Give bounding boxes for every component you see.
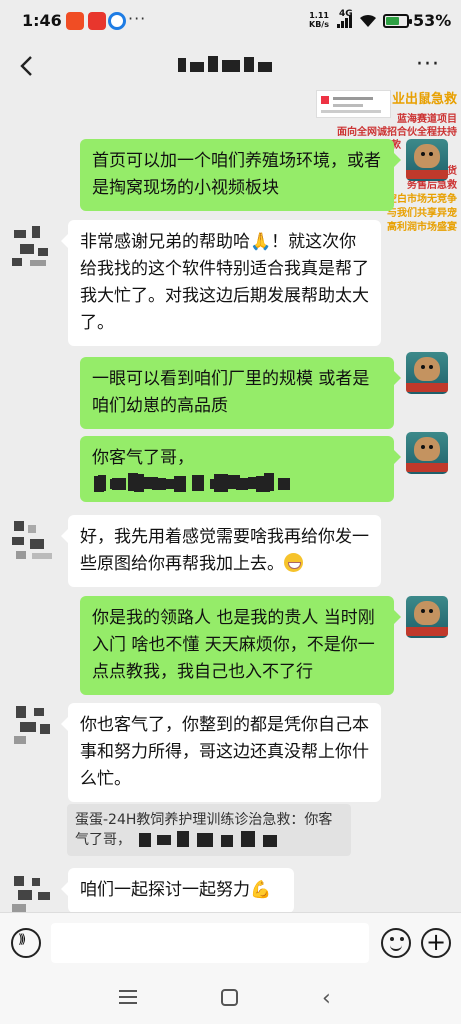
wifi-icon <box>360 14 376 27</box>
emoji-icon[interactable] <box>381 928 411 958</box>
message-bubble-sent[interactable]: 首页可以加一个咱们养殖场环境，或者是掏窝现场的小视频板块 <box>80 139 401 211</box>
promo-line: 面向全网诚招合伙全程扶持 <box>337 127 457 138</box>
more-dots-icon[interactable]: ··· <box>416 52 440 77</box>
message-input[interactable] <box>51 923 369 963</box>
message-text: 你客气了哥， <box>92 448 194 468</box>
redacted-text <box>92 474 302 498</box>
chat-header: ··· <box>0 42 461 90</box>
status-time: 1:46 <box>22 11 62 30</box>
pray-emoji-icon: 🙏 <box>250 232 272 252</box>
message-text: 咱们一起探讨一起努力 <box>80 880 250 900</box>
message-bubble-sent[interactable]: 一眼可以看到咱们厂里的规模 或者是咱们幼崽的高品质 <box>80 357 401 429</box>
menu-icon[interactable] <box>119 990 137 1004</box>
app-notification-icon <box>88 12 106 30</box>
contact-avatar[interactable] <box>12 704 54 746</box>
contact-avatar[interactable] <box>12 226 54 268</box>
quoted-message[interactable]: 蛋蛋-24H教饲养护理训练诊治急救：你客气了哥， <box>67 804 351 856</box>
chevron-left-icon[interactable] <box>14 52 42 80</box>
message-text: 一眼可以看到咱们厂里的规模 或者是咱们幼崽的高品质 <box>92 369 370 416</box>
my-avatar[interactable] <box>406 139 448 181</box>
battery-icon <box>383 14 412 28</box>
input-bar: + <box>0 912 461 972</box>
network-speed: 1.11 KB/s <box>309 11 329 29</box>
message-bubble-sent[interactable]: 你客气了哥， <box>80 436 401 502</box>
my-avatar[interactable] <box>406 352 448 394</box>
status-bar: 1:46 ··· 1.11 KB/s 4G 53% <box>0 0 461 42</box>
message-text: 非常感谢兄弟的帮助哈 <box>80 232 250 252</box>
contact-avatar[interactable] <box>12 874 54 912</box>
message-list[interactable]: 业出鼠急救 蓝海赛道项目 面向全网诚招合伙全程扶持 款 化掏窝新货 务售后急救 … <box>0 90 461 912</box>
message-text: 首页可以加一个咱们养殖场环境，或者是掏窝现场的小视频板块 <box>92 151 381 198</box>
promo-thumbnail <box>316 90 391 118</box>
app-notification-icon <box>66 12 84 30</box>
home-icon[interactable] <box>221 989 238 1006</box>
message-text: 你是我的领路人 也是我的贵人 当时刚入门 啥也不懂 天天麻烦你，不是你一点点教我… <box>92 608 375 682</box>
flexed-biceps-emoji-icon: 💪 <box>250 880 272 900</box>
message-text: 你也客气了，你整到的都是凭你自己本事和努力所得，哥这边还真没帮上你什么忙。 <box>80 715 369 789</box>
contact-avatar[interactable] <box>12 519 54 561</box>
app-notification-icon <box>108 12 126 30</box>
promo-line: 业出鼠急救 <box>391 92 457 107</box>
promo-line: 蓝海赛道项目 <box>397 114 457 125</box>
chat-title-redacted <box>178 54 274 76</box>
promo-line: 与我们共享异宠 <box>387 208 457 219</box>
message-bubble-received[interactable]: 非常感谢兄弟的帮助哈🙏！就这次你给我找的这个软件特别适合我真是帮了我大忙了。对我… <box>61 220 381 346</box>
system-nav-bar: ‹ <box>0 972 461 1024</box>
more-notifications-icon: ··· <box>128 9 147 28</box>
message-bubble-received[interactable]: 你也客气了，你整到的都是凭你自己本事和努力所得，哥这边还真没帮上你什么忙。 <box>61 703 381 802</box>
message-bubble-received[interactable]: 咱们一起探讨一起努力💪 <box>61 868 294 912</box>
back-icon[interactable]: ‹ <box>322 986 331 1011</box>
my-avatar[interactable] <box>406 596 448 638</box>
promo-line: 高利润市场盛宴 <box>387 222 457 233</box>
signal-icon <box>337 15 352 28</box>
voice-icon[interactable] <box>11 928 41 958</box>
plus-icon[interactable]: + <box>421 928 451 958</box>
message-text: 好，我先用着感觉需要啥我再给你发一些原图给你再帮我加上去。 <box>80 527 369 574</box>
grin-emoji-icon <box>284 553 303 572</box>
battery-percent: 53% <box>413 11 452 30</box>
redacted-text <box>135 831 285 849</box>
my-avatar[interactable] <box>406 432 448 474</box>
promo-line: 务售后急救 <box>407 180 457 191</box>
message-bubble-sent[interactable]: 你是我的领路人 也是我的贵人 当时刚入门 啥也不懂 天天麻烦你，不是你一点点教我… <box>80 596 401 695</box>
message-bubble-received[interactable]: 好，我先用着感觉需要啥我再给你发一些原图给你再帮我加上去。 <box>61 515 381 587</box>
